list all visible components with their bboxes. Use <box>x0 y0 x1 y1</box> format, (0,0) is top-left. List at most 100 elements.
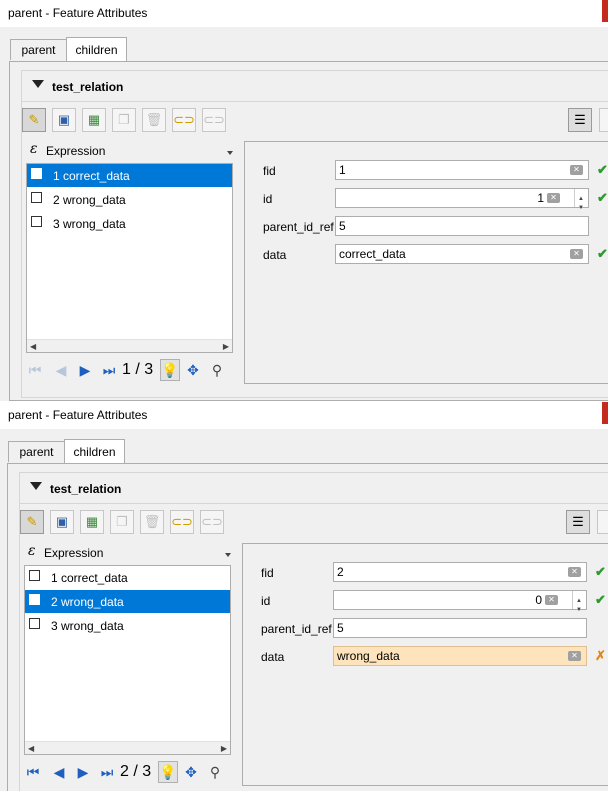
clear-icon[interactable]: ✕ <box>568 567 581 577</box>
field-label-parent-id-ref: parent_id_ref <box>261 622 332 636</box>
relation-group-header[interactable]: test_relation <box>20 473 608 504</box>
epsilon-icon: ε <box>28 543 36 559</box>
delete-feature-button[interactable]: 🗑 <box>140 510 164 534</box>
clear-icon[interactable]: ✕ <box>545 595 558 605</box>
parent-id-ref-field[interactable]: 5 <box>335 216 589 236</box>
list-item[interactable]: 2 wrong_data <box>27 188 232 211</box>
feature-attributes-window-2: parent - Feature Attributes parent child… <box>0 402 608 791</box>
id-spinbox[interactable]: 0 ✕ ▲ ▼ <box>333 590 587 613</box>
scroll-right-icon[interactable]: ▶ <box>221 744 227 753</box>
fid-field[interactable]: 2 ✕ <box>333 562 587 582</box>
titlebar: parent - Feature Attributes <box>0 402 608 429</box>
highlight-feature-button[interactable]: 💡 <box>158 761 178 783</box>
close-button[interactable] <box>602 402 608 424</box>
list-item[interactable]: 1 correct_data <box>25 566 230 589</box>
attribute-form: fid 2 ✕ ✔ id 0 ✕ ▲ ▼ ✔ parent_id_ref 5 da… <box>242 543 608 786</box>
spin-buttons[interactable]: ▲ ▼ <box>572 591 586 613</box>
collapse-arrow-icon[interactable] <box>32 80 44 88</box>
last-icon: ⏭ <box>102 361 116 378</box>
checkbox[interactable] <box>29 594 40 605</box>
list-item[interactable]: 1 correct_data <box>27 164 232 187</box>
table-view-button[interactable] <box>599 108 608 132</box>
expression-display-selector[interactable]: ε Expression <box>26 543 231 563</box>
expression-display-selector[interactable]: ε Expression <box>28 141 233 161</box>
id-value: 1 <box>537 191 544 205</box>
previous-feature-button[interactable]: ◀ <box>50 763 68 781</box>
scroll-left-icon[interactable]: ◀ <box>28 744 34 753</box>
save-edits-button[interactable]: ▣ <box>52 108 76 132</box>
titlebar: parent - Feature Attributes <box>0 0 608 27</box>
tab-parent[interactable]: parent <box>10 39 67 60</box>
toggle-editing-button[interactable]: ✎ <box>20 510 44 534</box>
relation-group: test_relation ✎ ▣ ▦ ❐ 🗑 ⊂⊃ ⊂⊃ ☰ ε Expres… <box>19 472 608 791</box>
toggle-editing-button[interactable]: ✎ <box>22 108 46 132</box>
zoom-to-feature-button[interactable]: ⚲ <box>206 763 224 781</box>
checkbox[interactable] <box>29 570 40 581</box>
tab-children[interactable]: children <box>66 37 127 61</box>
scroll-right-icon[interactable]: ▶ <box>223 342 229 351</box>
duplicate-feature-button[interactable]: ❐ <box>110 510 134 534</box>
form-view-button[interactable]: ☰ <box>568 108 592 132</box>
check-icon: ✔ <box>597 190 608 205</box>
last-feature-button[interactable]: ⏭ <box>98 763 116 781</box>
chevron-down-icon[interactable] <box>227 151 233 155</box>
data-field[interactable]: wrong_data ✕ <box>333 646 587 666</box>
form-view-icon: ☰ <box>572 514 584 529</box>
highlight-feature-button[interactable]: 💡 <box>160 359 180 381</box>
clear-icon[interactable]: ✕ <box>570 249 583 259</box>
scroll-left-icon[interactable]: ◀ <box>30 342 36 351</box>
chevron-down-icon[interactable] <box>225 553 231 557</box>
horizontal-scrollbar[interactable]: ◀ ▶ <box>27 339 232 352</box>
checkbox[interactable] <box>31 192 42 203</box>
unlink-feature-button[interactable]: ⊂⊃ <box>202 108 226 132</box>
save-icon: ▣ <box>55 514 69 529</box>
link-feature-button[interactable]: ⊂⊃ <box>170 510 194 534</box>
last-icon: ⏭ <box>100 763 114 780</box>
save-edits-button[interactable]: ▣ <box>50 510 74 534</box>
add-child-feature-button[interactable]: ▦ <box>80 510 104 534</box>
clear-icon[interactable]: ✕ <box>570 165 583 175</box>
table-view-button[interactable] <box>597 510 608 534</box>
previous-feature-button[interactable]: ◀ <box>52 361 70 379</box>
lightbulb-icon: 💡 <box>161 361 179 378</box>
id-spinbox[interactable]: 1 ✕ ▲ ▼ <box>335 188 589 211</box>
fid-field[interactable]: 1 ✕ <box>335 160 589 180</box>
horizontal-scrollbar[interactable]: ◀ ▶ <box>25 741 230 754</box>
duplicate-feature-button[interactable]: ❐ <box>112 108 136 132</box>
form-view-button[interactable]: ☰ <box>566 510 590 534</box>
list-item-label: 1 correct_data <box>53 169 130 183</box>
list-item[interactable]: 2 wrong_data <box>25 590 230 613</box>
delete-feature-button[interactable]: 🗑 <box>142 108 166 132</box>
add-feature-icon: ▦ <box>85 514 99 529</box>
checkbox[interactable] <box>31 216 42 227</box>
delete-icon: 🗑 <box>143 514 161 529</box>
zoom-to-feature-button[interactable]: ⚲ <box>208 361 226 379</box>
close-button[interactable] <box>602 0 608 22</box>
id-value: 0 <box>535 593 542 607</box>
checkbox[interactable] <box>31 168 42 179</box>
pan-to-feature-button[interactable]: ✥ <box>184 361 202 379</box>
first-feature-button[interactable]: ⏮ <box>26 361 44 379</box>
data-field[interactable]: correct_data ✕ <box>335 244 589 264</box>
link-icon: ⊂⊃ <box>171 514 193 529</box>
tab-parent[interactable]: parent <box>8 441 65 462</box>
clear-icon[interactable]: ✕ <box>547 193 560 203</box>
first-feature-button[interactable]: ⏮ <box>24 763 42 781</box>
link-feature-button[interactable]: ⊂⊃ <box>172 108 196 132</box>
next-feature-button[interactable]: ▶ <box>74 763 92 781</box>
add-child-feature-button[interactable]: ▦ <box>82 108 106 132</box>
tab-children[interactable]: children <box>64 439 125 463</box>
window-title: parent - Feature Attributes <box>8 6 148 20</box>
collapse-arrow-icon[interactable] <box>30 482 42 490</box>
pan-to-feature-button[interactable]: ✥ <box>182 763 200 781</box>
list-item[interactable]: 3 wrong_data <box>27 212 232 235</box>
unlink-feature-button[interactable]: ⊂⊃ <box>200 510 224 534</box>
spin-buttons[interactable]: ▲ ▼ <box>574 189 588 211</box>
last-feature-button[interactable]: ⏭ <box>100 361 118 379</box>
parent-id-ref-field[interactable]: 5 <box>333 618 587 638</box>
clear-icon[interactable]: ✕ <box>568 651 581 661</box>
relation-group-header[interactable]: test_relation <box>22 71 608 102</box>
next-feature-button[interactable]: ▶ <box>76 361 94 379</box>
checkbox[interactable] <box>29 618 40 629</box>
list-item[interactable]: 3 wrong_data <box>25 614 230 637</box>
